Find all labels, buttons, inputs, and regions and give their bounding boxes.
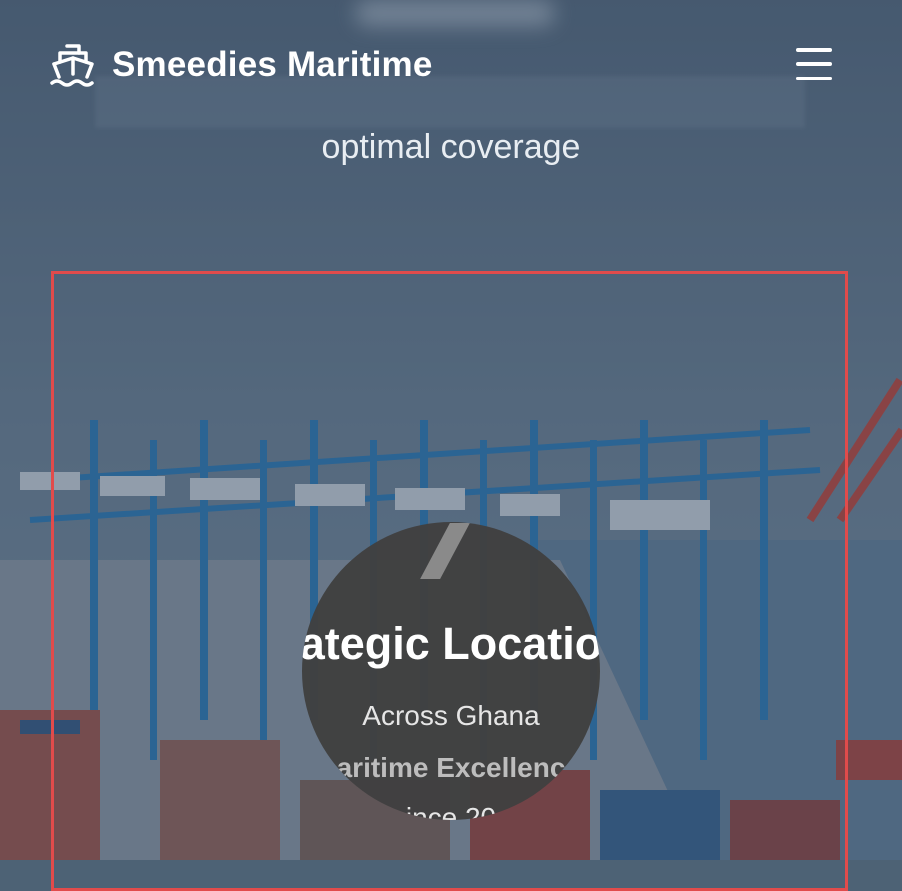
top-glow (355, 0, 555, 26)
hero-subtitle: optimal coverage (321, 128, 581, 166)
ship-icon (50, 44, 94, 87)
brand-logo-link[interactable]: Smeedies Maritime (50, 42, 433, 88)
feature-line-1: Across Ghana (362, 700, 540, 731)
slash-mark (420, 523, 470, 579)
feature-line-3: ince 20 (405, 802, 497, 820)
brand-name: Smeedies Maritime (112, 45, 433, 84)
feature-circle: ategic Locatio Across Ghana aritime Exce… (302, 522, 600, 820)
hamburger-menu-icon[interactable] (796, 48, 832, 80)
site-header: Smeedies Maritime (0, 0, 902, 128)
feature-title: ategic Locatio (302, 618, 600, 669)
feature-line-2: aritime Excellenc (336, 752, 566, 783)
